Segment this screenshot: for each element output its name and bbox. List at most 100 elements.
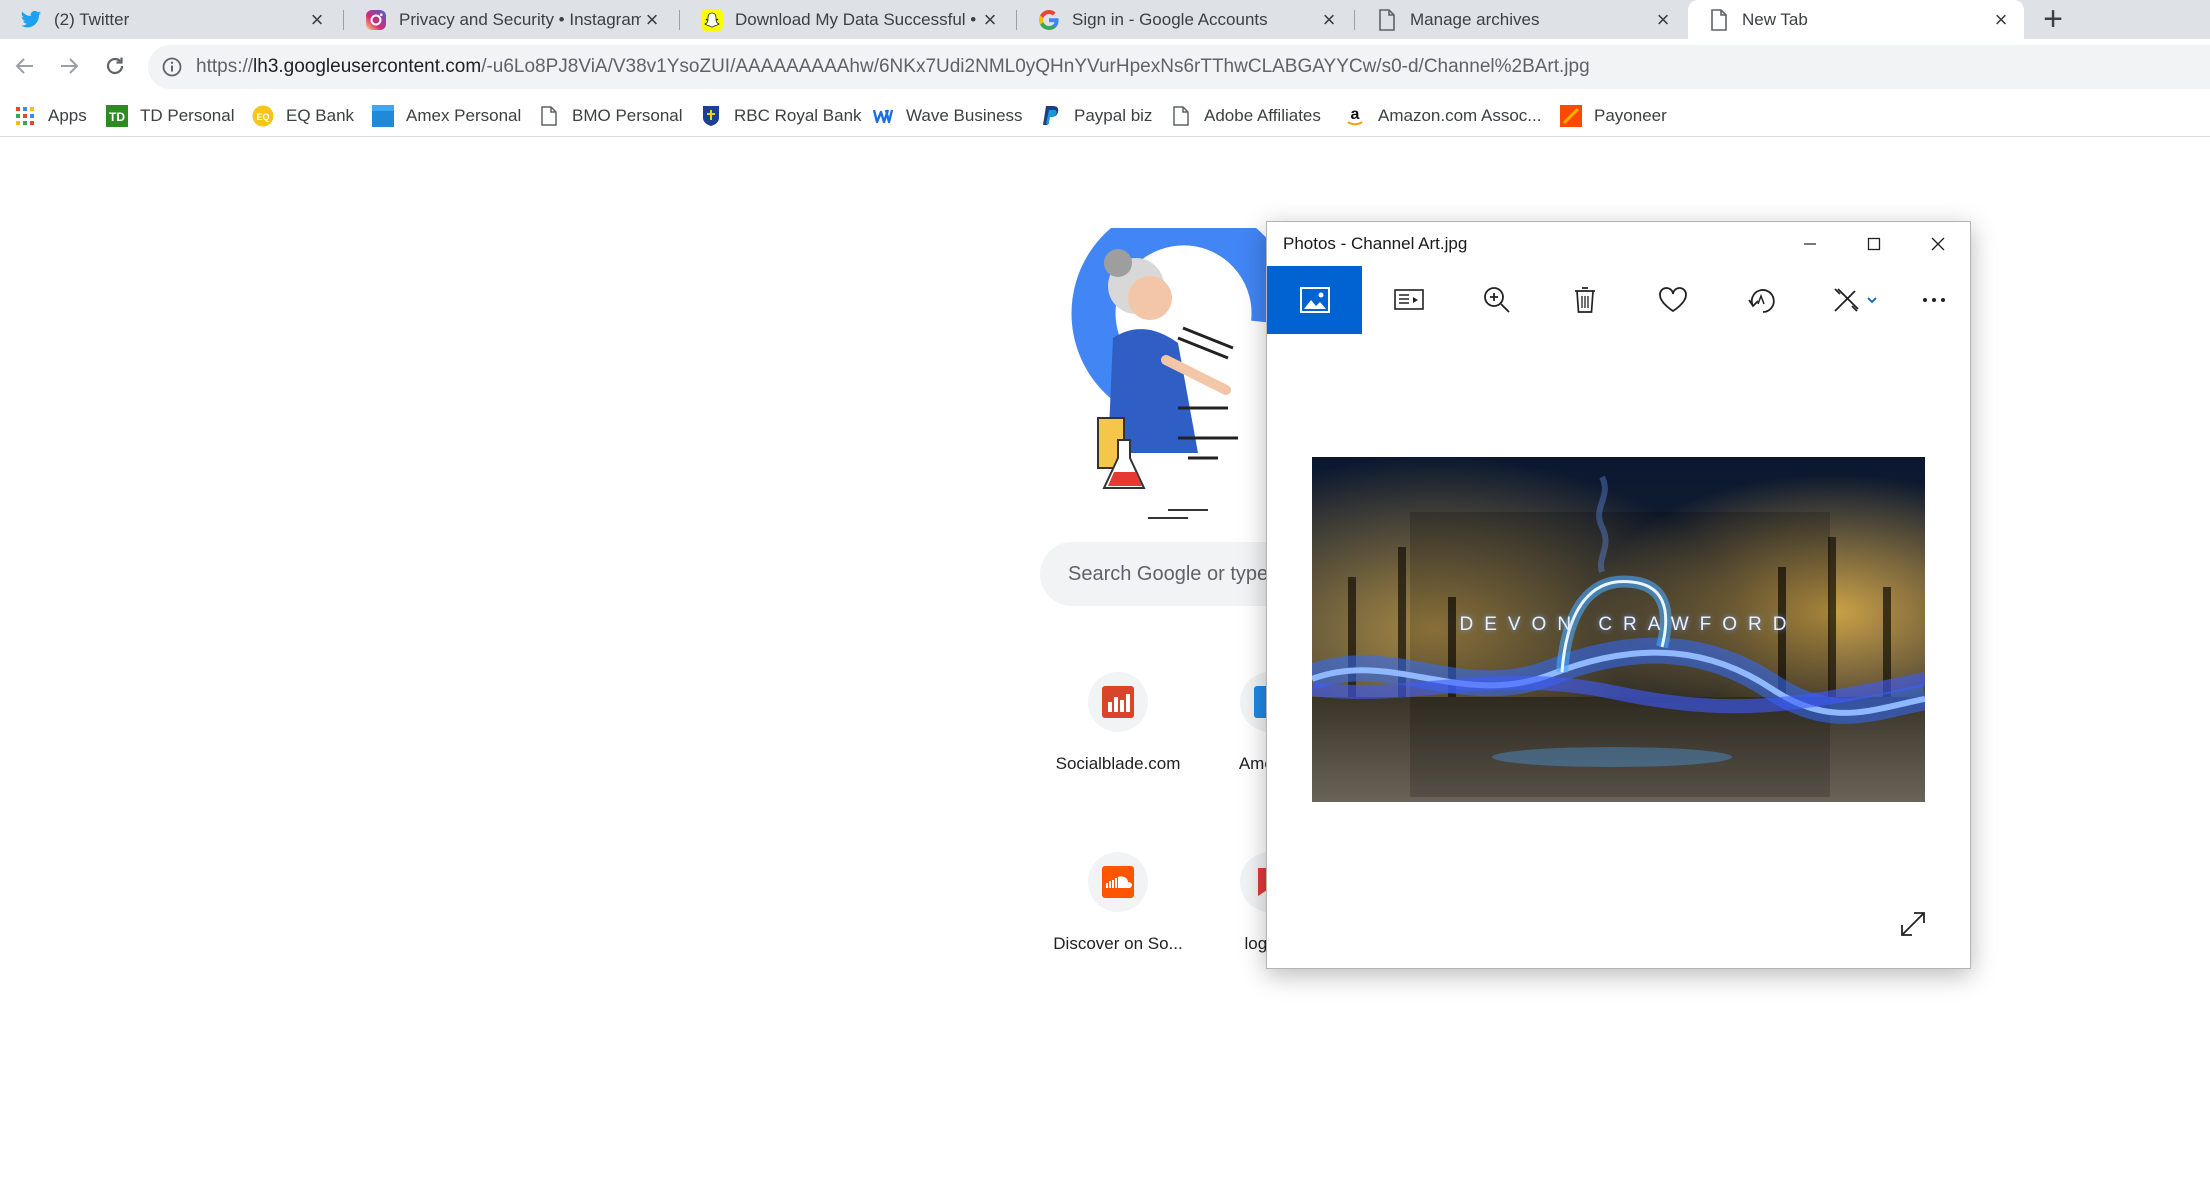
twitter-icon — [20, 9, 42, 31]
google-icon — [1038, 9, 1060, 31]
shortcut-soundcloud[interactable]: Discover on So... — [1038, 852, 1198, 972]
page-icon — [1170, 105, 1192, 127]
tab-twitter[interactable]: (2) Twitter × — [0, 0, 340, 39]
bookmark-label: Adobe Affiliates — [1204, 106, 1321, 125]
edit-create-icon — [1834, 288, 1877, 312]
search-placeholder: Search Google or type — [1068, 562, 1269, 585]
bookmark-apps[interactable]: Apps — [14, 101, 87, 131]
favorite-icon — [1659, 287, 1687, 313]
zoom-button[interactable] — [1457, 266, 1537, 334]
view-image-button[interactable] — [1267, 266, 1362, 334]
shortcut-icon-circle — [1088, 852, 1148, 912]
bookmark-wave-business[interactable]: Wave Business — [872, 101, 1023, 131]
svg-text:a: a — [1351, 106, 1360, 123]
bookmark-td-personal[interactable]: TD TD Personal — [106, 101, 234, 131]
reload-button[interactable] — [96, 47, 134, 85]
close-icon[interactable]: × — [641, 7, 663, 32]
more-button[interactable] — [1899, 266, 1969, 334]
minimize-button[interactable] — [1778, 222, 1842, 266]
tab-separator — [679, 10, 680, 30]
bookmark-amazon-associates[interactable]: a Amazon.com Assoc... — [1344, 101, 1541, 131]
shortcut-icon-circle — [1088, 672, 1148, 732]
tab-strip: (2) Twitter × Privacy and Security • Ins… — [0, 0, 2210, 39]
shortcut-socialblade[interactable]: Socialblade.com — [1038, 672, 1198, 792]
bookmark-label: Amex Personal — [406, 106, 522, 125]
tab-title: New Tab — [1742, 9, 1808, 29]
bookmark-adobe-affiliates[interactable]: Adobe Affiliates — [1170, 101, 1321, 131]
new-tab-button[interactable]: + — [2036, 0, 2070, 38]
tab-snapchat[interactable]: Download My Data Successful • × — [681, 0, 1013, 39]
address-bar[interactable]: https://lh3.googleusercontent.com/-u6Lo8… — [148, 45, 2210, 89]
td-icon: TD — [106, 105, 128, 127]
tab-manage-archives[interactable]: Manage archives × — [1356, 0, 1686, 39]
bookmark-paypal-biz[interactable]: Paypal biz — [1040, 101, 1152, 131]
tab-title: Privacy and Security • Instagram — [399, 9, 641, 29]
close-icon[interactable]: × — [1990, 7, 2012, 32]
fullscreen-button[interactable] — [1895, 906, 1931, 942]
shortcut-label: Discover on So... — [1053, 934, 1183, 953]
favorite-button[interactable] — [1633, 266, 1713, 334]
close-icon[interactable]: × — [979, 7, 1001, 32]
window-title: Photos - Channel Art.jpg — [1283, 234, 1468, 253]
page-icon — [538, 105, 560, 127]
page-icon — [1708, 8, 1730, 31]
shortcut-label: Socialblade.com — [1055, 754, 1181, 773]
eq-bank-icon: EQ — [252, 105, 274, 127]
bookmark-label: Payoneer — [1594, 106, 1667, 125]
instagram-icon — [365, 9, 387, 31]
slideshow-button[interactable] — [1369, 266, 1449, 334]
socialblade-icon — [1102, 686, 1134, 718]
photos-toolbar — [1267, 266, 1970, 334]
info-icon[interactable] — [160, 55, 184, 79]
delete-button[interactable] — [1545, 266, 1625, 334]
rotate-icon — [1748, 289, 1775, 313]
tab-separator — [343, 10, 344, 30]
bookmark-bmo-personal[interactable]: BMO Personal — [538, 101, 683, 131]
tab-google-accounts[interactable]: Sign in - Google Accounts × — [1018, 0, 1352, 39]
google-doodle[interactable] — [1058, 201, 1296, 528]
tab-new-tab[interactable]: New Tab × — [1688, 0, 2024, 39]
bookmark-eq-bank[interactable]: EQ EQ Bank — [252, 101, 354, 131]
delete-icon — [1575, 287, 1595, 313]
bookmark-label: EQ Bank — [286, 106, 355, 125]
bookmark-amex-personal[interactable]: Amex Personal — [372, 101, 521, 131]
arrow-right-icon — [61, 58, 79, 74]
maximize-button[interactable] — [1842, 222, 1906, 266]
image-overlay-text: DEVON CRAWFORD — [1459, 613, 1798, 635]
url-host: lh3.googleusercontent.com — [253, 56, 482, 77]
url-path: /-u6Lo8PJ8ViA/V38v1YsoZUI/AAAAAAAAAhw/6N… — [481, 56, 1590, 77]
more-icon — [1923, 298, 1945, 302]
bookmarks-bar: Apps TD TD Personal EQ EQ Bank Amex Pers… — [0, 95, 2210, 137]
bookmark-rbc-royal-bank[interactable]: RBC Royal Bank — [700, 101, 862, 131]
bookmark-label: BMO Personal — [572, 106, 683, 125]
tab-title: Download My Data Successful • — [735, 9, 977, 29]
url-scheme: https:// — [196, 56, 254, 77]
amazon-icon: a — [1344, 105, 1366, 127]
zoom-icon — [1484, 287, 1510, 313]
rotate-button[interactable] — [1721, 266, 1801, 334]
maximize-icon — [1867, 237, 1881, 251]
bookmark-payoneer[interactable]: Payoneer — [1560, 101, 1667, 131]
photos-title-bar[interactable]: Photos - Channel Art.jpg — [1267, 222, 1970, 266]
tab-separator — [1354, 10, 1355, 30]
expand-icon — [1901, 912, 1925, 936]
tab-instagram[interactable]: Privacy and Security • Instagram × — [345, 0, 675, 39]
soundcloud-icon — [1102, 866, 1134, 898]
tab-title: (2) Twitter — [54, 9, 130, 29]
close-icon[interactable]: × — [1318, 7, 1340, 32]
close-icon[interactable]: × — [1652, 7, 1674, 32]
bookmark-label: Wave Business — [906, 106, 1023, 125]
close-window-button[interactable] — [1906, 222, 1970, 266]
bookmark-label: Amazon.com Assoc... — [1378, 106, 1542, 125]
paypal-icon — [1040, 105, 1062, 127]
photos-window: Photos - Channel Art.jpg DEVON CRAWFORD — [1266, 221, 1971, 969]
channel-art-image[interactable]: DEVON CRAWFORD — [1312, 457, 1925, 802]
back-button[interactable] — [6, 47, 44, 85]
slideshow-icon — [1394, 289, 1424, 310]
edit-create-button[interactable] — [1815, 266, 1895, 334]
close-icon[interactable]: × — [306, 7, 328, 32]
bookmark-label: RBC Royal Bank — [734, 106, 862, 125]
amex-icon — [372, 105, 394, 127]
forward-button[interactable] — [50, 47, 88, 85]
page-icon — [1376, 8, 1398, 31]
